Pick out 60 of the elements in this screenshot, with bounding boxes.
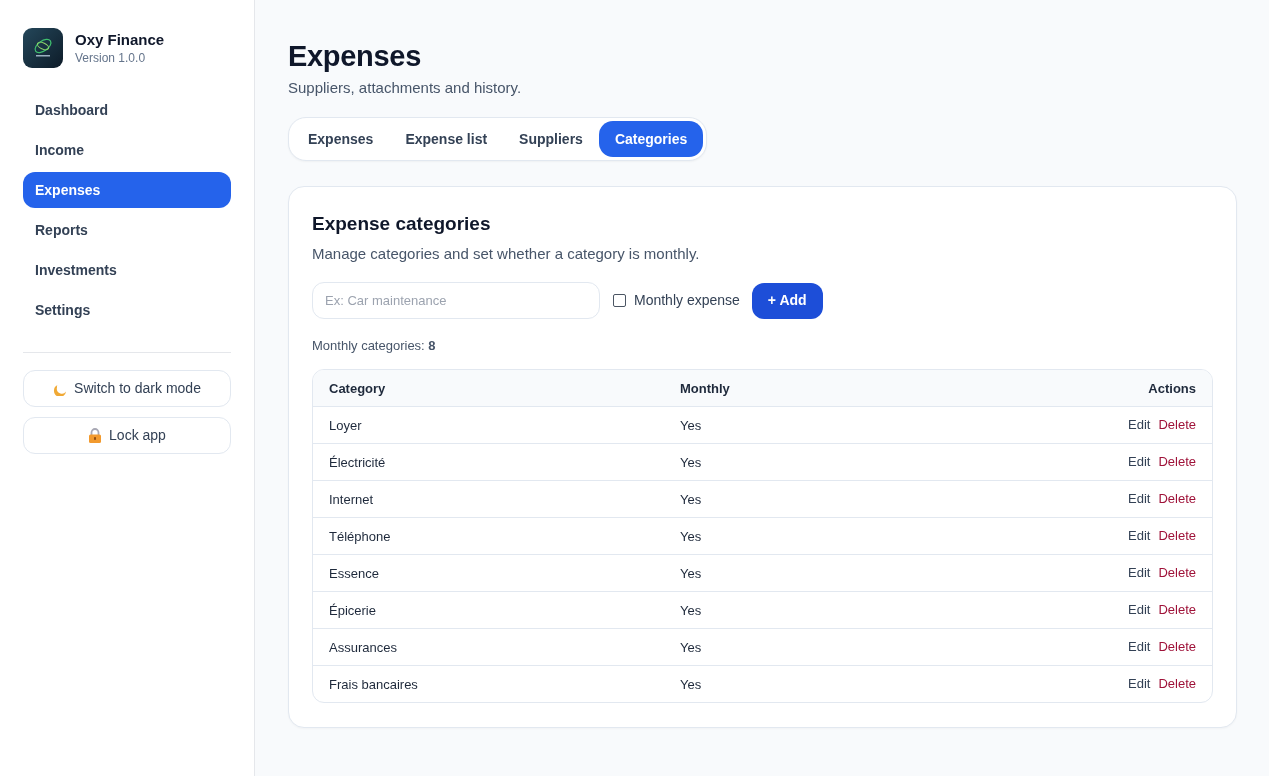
- table-cell: Yes: [680, 566, 702, 581]
- card-title: Expense categories: [312, 212, 492, 236]
- lock-app-button[interactable]: Lock app: [23, 417, 231, 454]
- edit-link[interactable]: Edit: [1128, 563, 1151, 583]
- delete-link[interactable]: Delete: [1158, 526, 1196, 546]
- delete-link[interactable]: Delete: [1158, 489, 1196, 509]
- table-cell: Frais bancaires: [329, 677, 418, 692]
- table-cell: Yes: [680, 529, 702, 544]
- table-cell: Essence: [329, 566, 379, 581]
- nav-item[interactable]: Expenses: [23, 172, 231, 208]
- table-cell: Yes: [680, 603, 702, 618]
- page-subtitle: Suppliers, attachments and history.: [288, 78, 523, 98]
- table-cell: Yes: [680, 677, 702, 692]
- nav-item[interactable]: Dashboard: [23, 92, 231, 128]
- padlock-icon: [88, 428, 103, 443]
- edit-link[interactable]: Edit: [1128, 674, 1151, 694]
- table-cell: Internet: [329, 492, 374, 507]
- table-cell: Épicerie: [329, 603, 376, 618]
- delete-link[interactable]: Delete: [1158, 452, 1196, 472]
- app-name: Oxy Finance: [75, 30, 165, 50]
- delete-link[interactable]: Delete: [1158, 637, 1196, 657]
- tab[interactable]: Suppliers: [503, 121, 599, 157]
- edit-link[interactable]: Edit: [1128, 489, 1151, 509]
- delete-link[interactable]: Delete: [1158, 415, 1196, 435]
- table-cell: Yes: [680, 418, 702, 433]
- table-cell: Yes: [680, 492, 702, 507]
- table-cell: Électricité: [329, 455, 386, 470]
- nav-item[interactable]: Investments: [23, 252, 231, 288]
- page-title: Expenses: [288, 39, 422, 74]
- add-button[interactable]: + Add: [751, 282, 823, 319]
- monthly-count: Monthly categories: 8: [312, 337, 437, 355]
- edit-link[interactable]: Edit: [1128, 637, 1151, 657]
- nav-item[interactable]: Reports: [23, 212, 231, 248]
- card-description: Manage categories and set whether a category is monthly.: [312, 244, 701, 264]
- tab[interactable]: Expenses: [292, 121, 390, 157]
- column-header: Monthly: [680, 381, 730, 396]
- table-cell: Yes: [680, 640, 702, 655]
- nav-item[interactable]: Settings: [23, 292, 231, 328]
- column-header: Actions: [1148, 381, 1196, 396]
- edit-link[interactable]: Edit: [1128, 415, 1151, 435]
- edit-link[interactable]: Edit: [1128, 452, 1151, 472]
- table-cell: Téléphone: [329, 529, 391, 544]
- tab[interactable]: Expense list: [389, 121, 504, 157]
- table-cell: Assurances: [329, 640, 397, 655]
- column-header: Category: [329, 381, 386, 396]
- delete-link[interactable]: Delete: [1158, 674, 1196, 694]
- category-name-field[interactable]: Ex: Car maintenance: [312, 282, 600, 319]
- app-version: Version 1.0.0: [75, 50, 147, 66]
- table-cell: Loyer: [329, 418, 362, 433]
- app-logo-icon: [23, 28, 63, 68]
- monthly-checkbox-label: Monthly expense: [634, 291, 740, 310]
- tab[interactable]: Categories: [598, 121, 704, 157]
- edit-link[interactable]: Edit: [1128, 600, 1151, 620]
- table-cell: Yes: [680, 455, 702, 470]
- edit-link[interactable]: Edit: [1128, 526, 1151, 546]
- delete-link[interactable]: Delete: [1158, 563, 1196, 583]
- delete-link[interactable]: Delete: [1158, 600, 1196, 620]
- nav-item[interactable]: Income: [23, 132, 231, 168]
- monthly-checkbox[interactable]: [613, 294, 626, 307]
- dark-mode-button[interactable]: Switch to dark mode: [23, 370, 231, 407]
